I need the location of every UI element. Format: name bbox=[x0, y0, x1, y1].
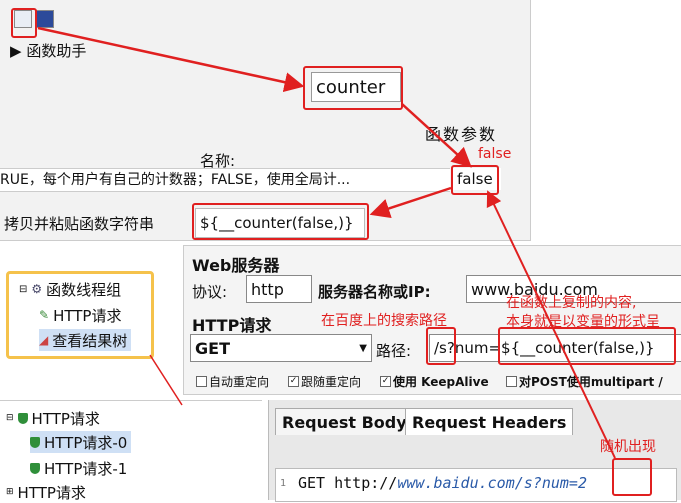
annotation-arrows bbox=[37, 26, 616, 459]
arrow-to-variable-source bbox=[486, 190, 616, 459]
arrow-to-counter bbox=[37, 26, 305, 93]
arrow-to-false bbox=[401, 103, 472, 168]
arrow-to-formula bbox=[369, 186, 452, 219]
line-tree-link bbox=[149, 354, 183, 406]
